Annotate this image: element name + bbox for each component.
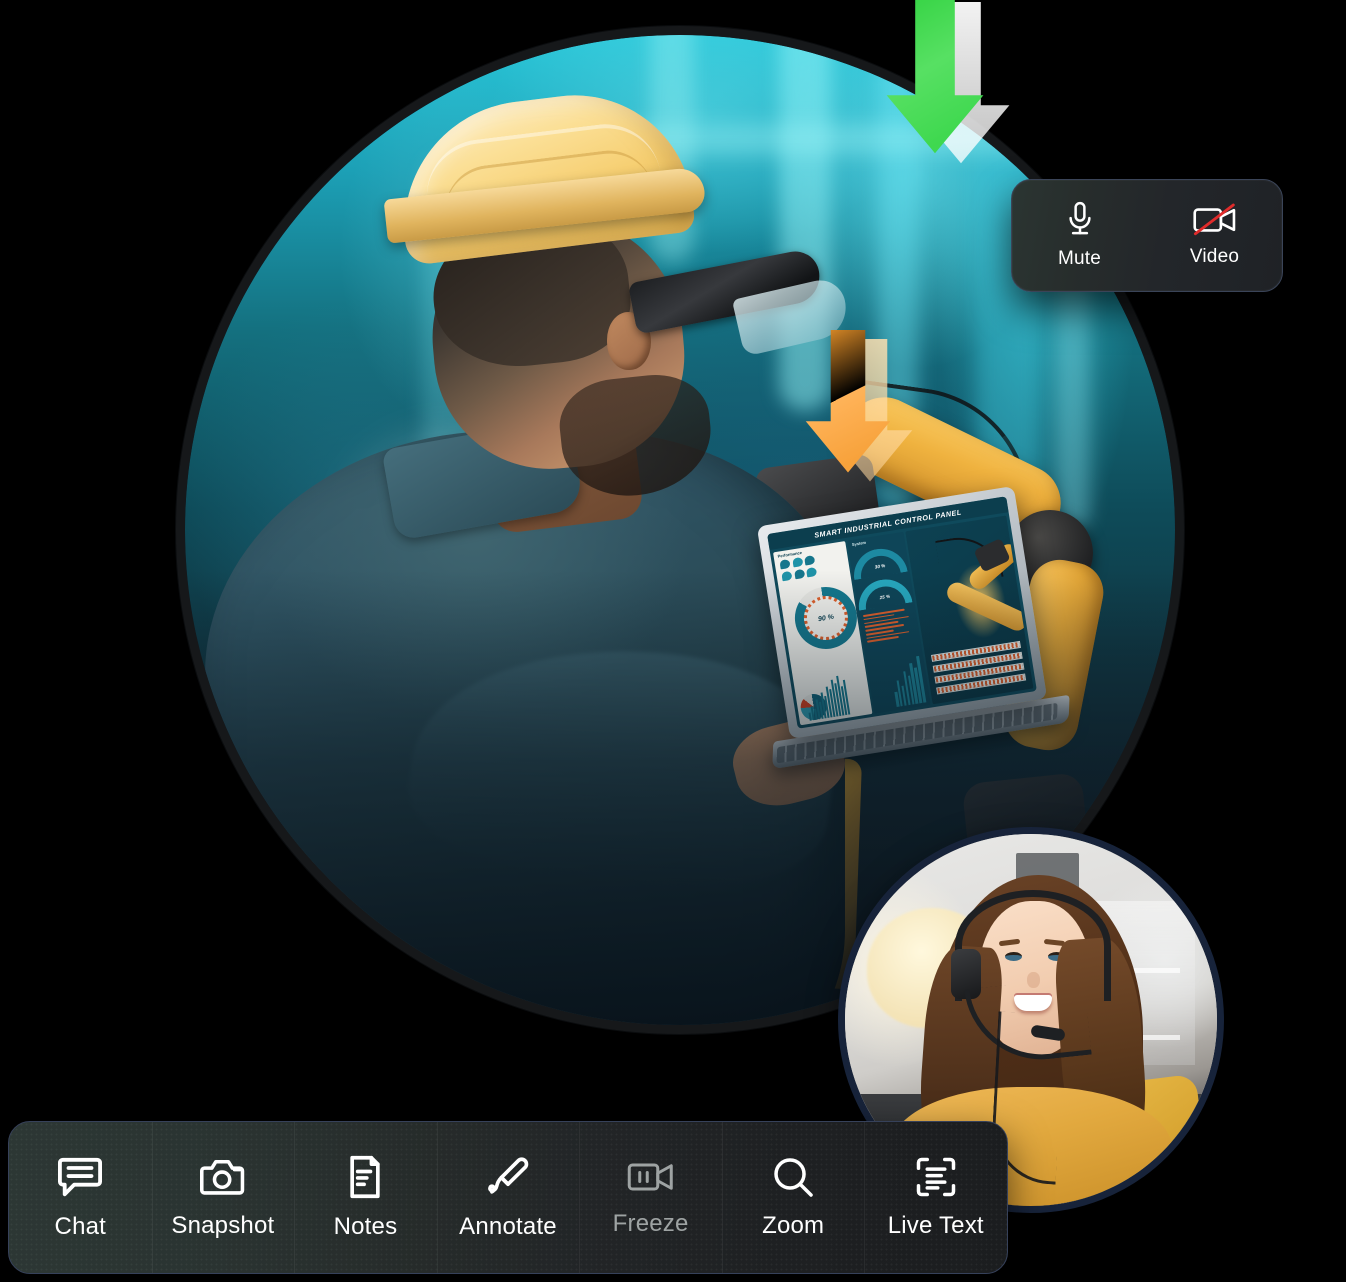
mute-button[interactable]: Mute [1012, 180, 1147, 291]
toolbar-item-live-text[interactable]: Live Text [864, 1122, 1007, 1273]
screen-root: SMART INDUSTRIAL CONTROL PANEL Performan… [0, 0, 1346, 1282]
toolbar-item-freeze[interactable]: Freeze [579, 1122, 722, 1273]
toolbar-item-snapshot[interactable]: Snapshot [151, 1122, 295, 1273]
orange-arrow-icon [800, 330, 896, 482]
pen-icon [486, 1155, 530, 1199]
toolbar-item-zoom[interactable]: Zoom [721, 1122, 865, 1273]
orange-arrow-annotation [800, 330, 913, 482]
scan-text-icon [915, 1156, 957, 1198]
green-arrow-icon [880, 0, 990, 164]
toolbar-item-freeze-label: Freeze [612, 1209, 689, 1237]
microphone-icon [1065, 201, 1095, 239]
camera-icon [199, 1156, 246, 1198]
toolbar-item-annotate[interactable]: Annotate [436, 1122, 580, 1273]
system-label: System [851, 540, 867, 548]
mute-button-label: Mute [1057, 248, 1102, 269]
green-arrow-annotation [880, 0, 1010, 164]
toolbar-item-notes-label: Notes [333, 1212, 398, 1240]
chat-bubble-icon [57, 1155, 103, 1199]
magnifier-icon [772, 1156, 814, 1198]
toolbar-item-zoom-label: Zoom [762, 1211, 825, 1239]
video-pause-icon [627, 1158, 675, 1196]
toolbar-item-annotate-label: Annotate [459, 1212, 557, 1240]
toolbar-item-snapshot-label: Snapshot [171, 1211, 275, 1239]
action-toolbar: Chat Snapshot Notes Annotate Freeze Zoom… [8, 1121, 1008, 1274]
call-controls-panel: Mute Video [1011, 179, 1283, 292]
toolbar-item-notes[interactable]: Notes [294, 1122, 437, 1273]
toolbar-item-chat[interactable]: Chat [9, 1122, 152, 1273]
video-button[interactable]: Video [1147, 180, 1282, 291]
toolbar-item-live-text-label: Live Text [887, 1211, 984, 1239]
toolbar-item-chat-label: Chat [54, 1212, 107, 1240]
video-off-icon [1192, 203, 1238, 237]
video-button-label: Video [1189, 246, 1240, 267]
document-icon [348, 1155, 382, 1199]
